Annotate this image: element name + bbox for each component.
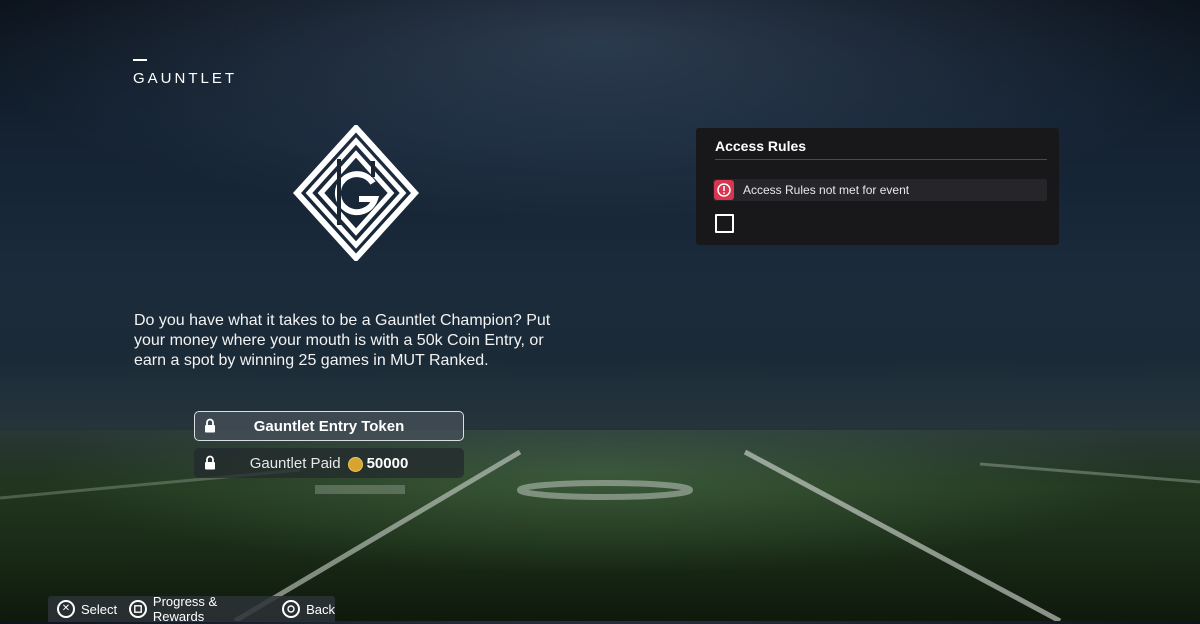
access-rules-divider [715, 159, 1047, 160]
select-hint[interactable]: ✕ Select [57, 600, 117, 618]
gauntlet-paid-button[interactable]: Gauntlet Paid 50000 [194, 448, 464, 478]
cross-button-icon: ✕ [57, 600, 75, 618]
gauntlet-logo-icon [293, 125, 419, 261]
field-yard-lines [0, 449, 1200, 621]
lock-icon [205, 418, 215, 433]
paid-entry-cost: 50000 [366, 454, 409, 472]
access-rule-checkbox[interactable] [715, 214, 734, 233]
access-rules-title: Access Rules [715, 138, 807, 154]
controller-hints-bar: ✕ Select Progress & Rewards Back [48, 594, 335, 624]
coin-icon [347, 456, 363, 472]
square-button-icon [129, 600, 147, 618]
lock-icon [205, 455, 215, 470]
access-rule-warning: Access Rules not met for event [713, 179, 1047, 201]
circle-button-icon [282, 600, 301, 618]
access-rules-panel: Access Rules Access Rules not met for ev… [696, 128, 1059, 245]
select-hint-label: Select [81, 601, 118, 617]
gauntlet-entry-token-button[interactable]: Gauntlet Entry Token [194, 411, 464, 441]
back-hint-label: Back [306, 601, 335, 617]
title-accent-bar [133, 59, 147, 61]
progress-rewards-hint-label: Progress & Rewards [152, 594, 218, 624]
access-rule-warning-text: Access Rules not met for event [743, 183, 910, 197]
paid-entry-label: Gauntlet Paid [249, 454, 341, 472]
event-description: Do you have what it takes to be a Gauntl… [134, 312, 551, 369]
back-hint[interactable]: Back [282, 600, 335, 618]
progress-rewards-hint[interactable]: Progress & Rewards [129, 594, 270, 624]
entry-token-label: Gauntlet Entry Token [253, 417, 405, 435]
alert-icon [714, 180, 734, 200]
page-title: GAUNTLET [133, 70, 238, 87]
